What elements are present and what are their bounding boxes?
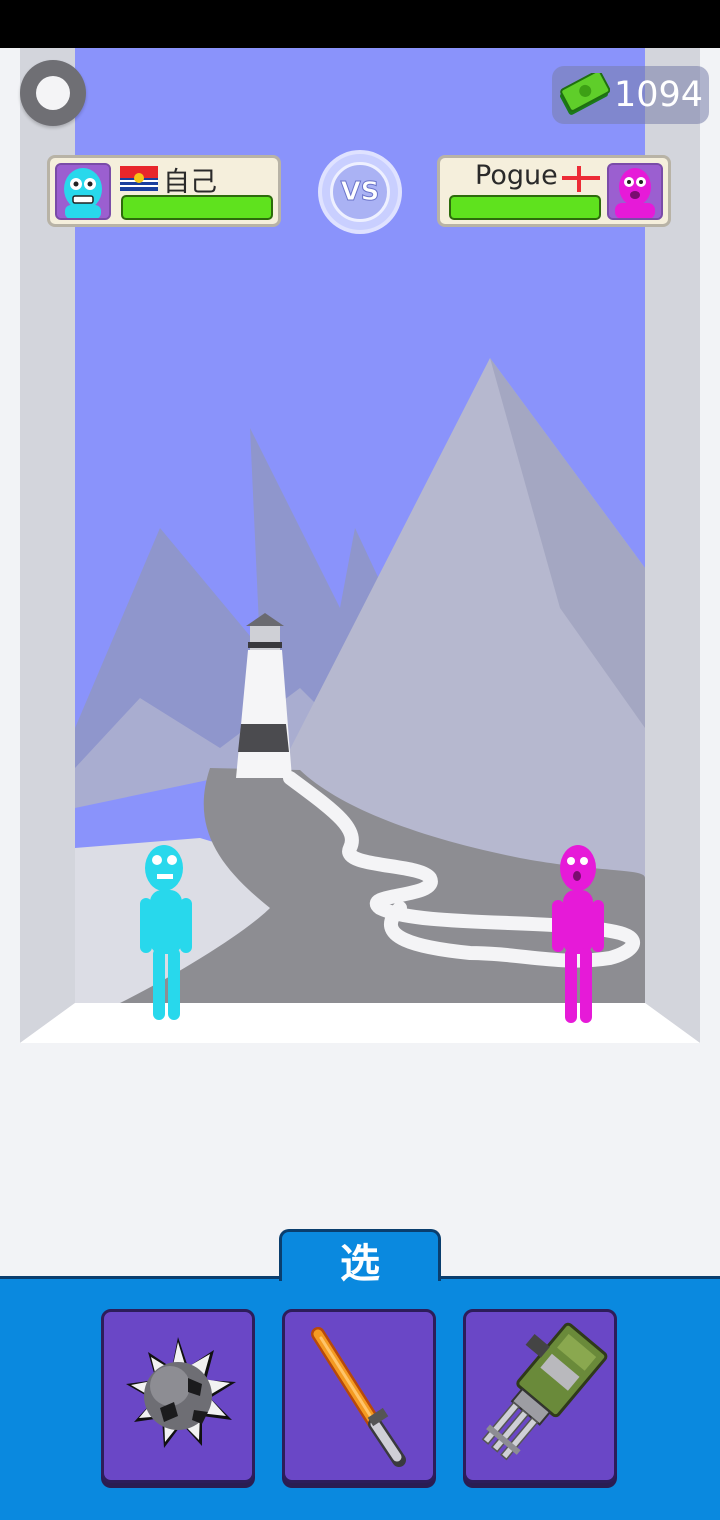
settings-button[interactable] [20,60,86,126]
select-tab-label: 选 [340,1240,380,1287]
weapon-slot-spiked-ball[interactable] [101,1309,255,1483]
flag-icon [120,166,158,191]
weapon-slot-lightsaber[interactable] [282,1309,436,1483]
vs-badge: VS [322,154,398,230]
spiked-ball-icon [126,1337,236,1448]
status-bar [0,0,720,48]
red-cross-icon [562,166,600,192]
cash-icon [559,73,610,115]
select-tab: 选 [279,1229,441,1287]
minigun-icon [481,1322,608,1461]
opponent-name: Pogue [475,160,558,191]
player-avatar [55,163,111,220]
opponent-health-bar [449,195,601,220]
money-amount: 1094 [614,75,704,115]
player-health-bar [121,195,273,220]
opponent-card: Pogue [437,155,671,227]
opponent-avatar [607,163,663,220]
vs-label: VS [340,177,380,208]
money-counter: 1094 [552,66,709,124]
lightsaber-icon [311,1327,406,1467]
player-card: 自己 [47,155,281,227]
circle-icon [36,76,70,110]
player-name: 自己 [163,167,217,198]
opponent-health-fill [451,197,599,218]
weapon-slot-minigun[interactable] [463,1309,617,1483]
player-health-fill [123,197,271,218]
